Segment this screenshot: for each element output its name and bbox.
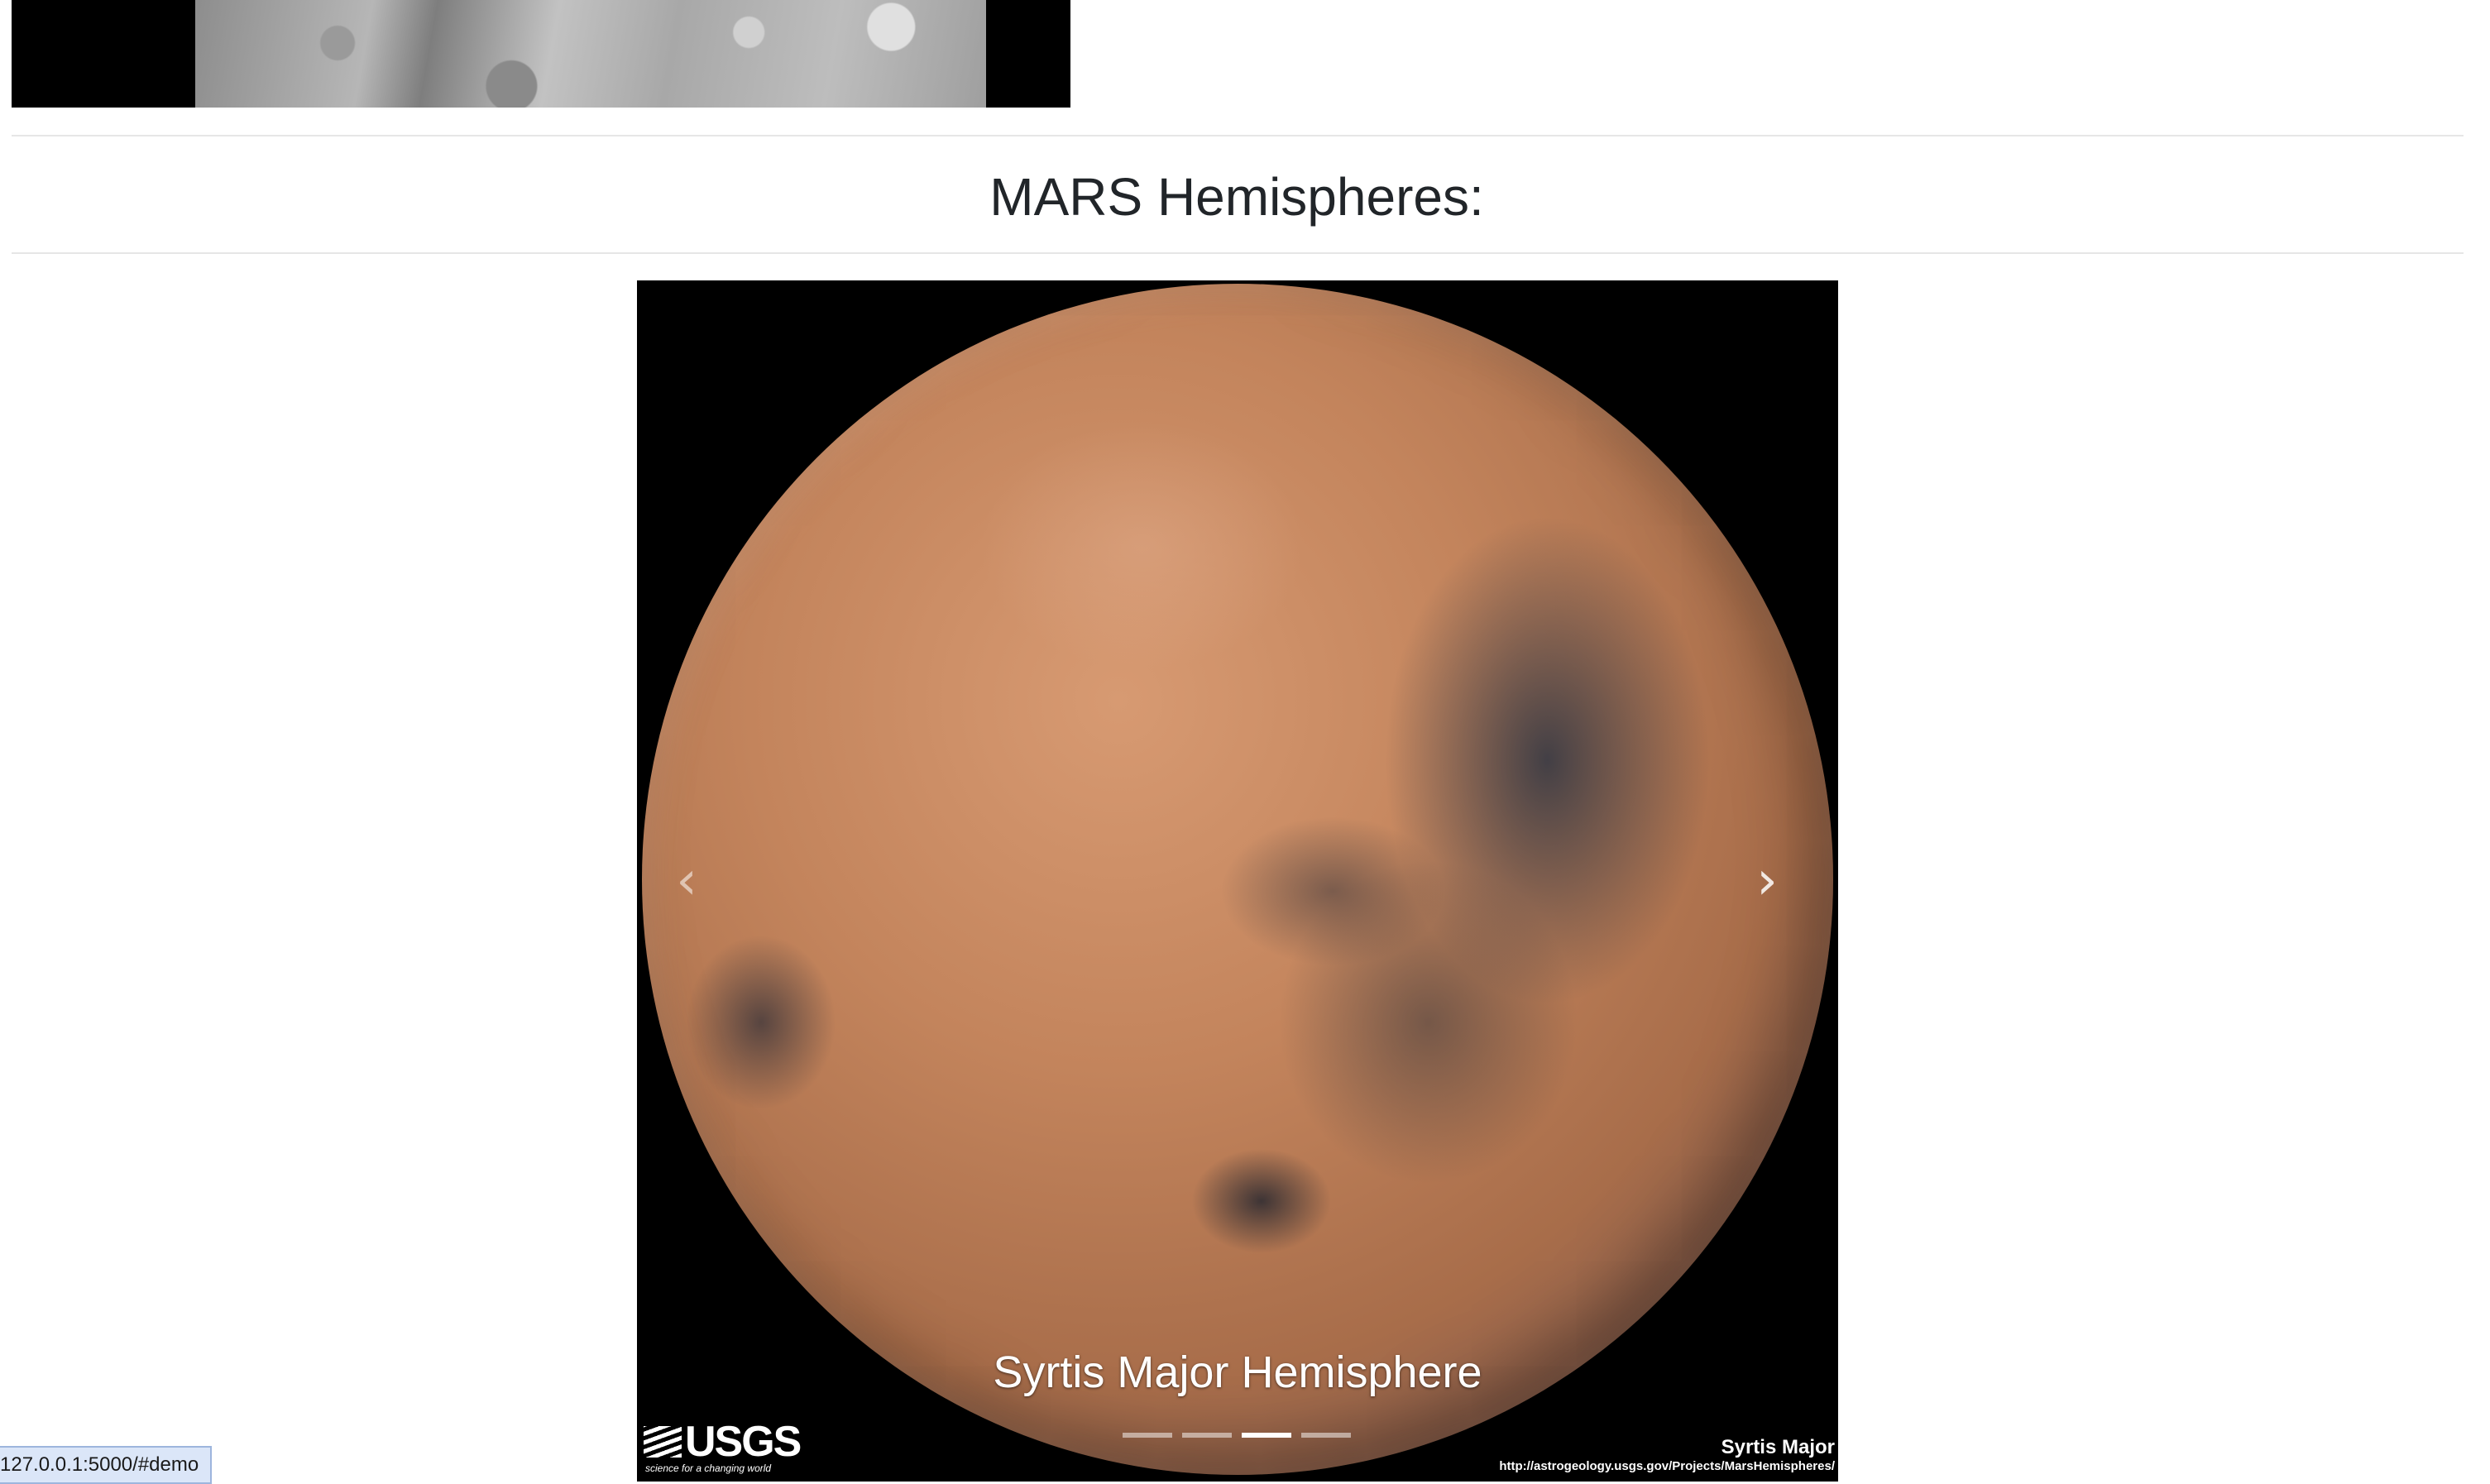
- carousel-caption: Syrtis Major Hemisphere: [993, 1348, 1482, 1397]
- page: MARS Hemispheres: ‹ › Syrtis Major Hemis…: [0, 0, 2490, 1484]
- carousel-indicator[interactable]: [1301, 1433, 1351, 1438]
- carousel-indicators: [1123, 1433, 1351, 1438]
- carousel-prev-button[interactable]: ‹: [662, 844, 711, 918]
- status-bar-url: 127.0.0.1:5000/#demo: [0, 1446, 213, 1484]
- chevron-left-icon: ‹: [676, 850, 697, 912]
- hemispheres-carousel: [637, 280, 1838, 1482]
- carousel-indicator[interactable]: [1123, 1433, 1172, 1438]
- image-credit: Syrtis Major http://astrogeology.usgs.go…: [1499, 1436, 1835, 1474]
- divider: [12, 135, 2464, 136]
- chevron-right-icon: ›: [1756, 850, 1778, 912]
- carousel-indicator[interactable]: [1182, 1433, 1232, 1438]
- hemisphere-image: [642, 284, 1833, 1475]
- image-credit-url: http://astrogeology.usgs.gov/Projects/Ma…: [1499, 1459, 1835, 1473]
- divider: [12, 252, 2464, 254]
- usgs-logo-icon: [644, 1426, 682, 1458]
- usgs-logo: USGS science for a changing world: [644, 1418, 802, 1474]
- image-credit-name: Syrtis Major: [1721, 1436, 1835, 1458]
- featured-image-bottom-edge: [12, 0, 1070, 108]
- carousel-next-button[interactable]: ›: [1742, 844, 1792, 918]
- mars-surface-image: [195, 0, 986, 108]
- section-title: MARS Hemispheres:: [989, 167, 1484, 227]
- carousel-indicator-active[interactable]: [1242, 1433, 1291, 1438]
